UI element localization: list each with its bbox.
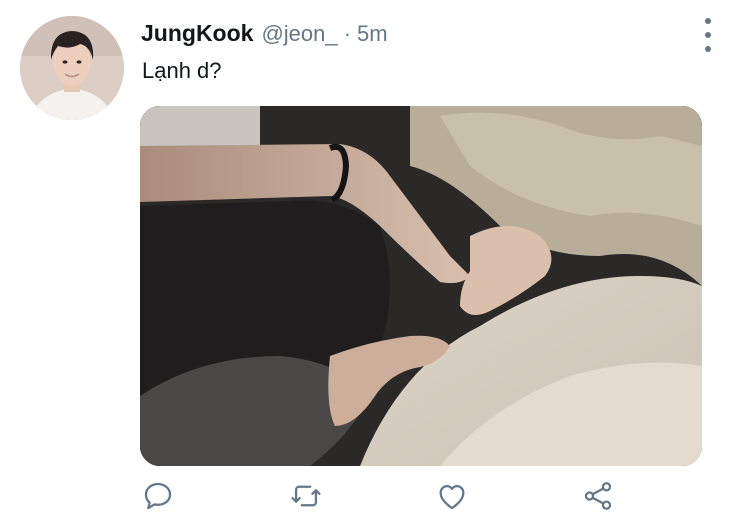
user-handle[interactable]: @jeon_	[261, 21, 337, 47]
separator-dot: ·	[343, 21, 351, 46]
display-name[interactable]: JungKook	[141, 20, 253, 47]
action-bar	[0, 478, 750, 518]
tweet-header: JungKook @jeon_ · 5m	[141, 20, 388, 50]
share-icon[interactable]	[580, 478, 616, 514]
timestamp[interactable]: 5m	[357, 21, 388, 47]
retweet-icon[interactable]	[288, 478, 324, 514]
tweet-text: Lạnh d?	[142, 58, 222, 83]
avatar[interactable]	[20, 16, 124, 120]
heart-icon[interactable]	[434, 478, 470, 514]
more-vertical-icon[interactable]	[698, 18, 718, 52]
reply-icon[interactable]	[140, 478, 176, 514]
tweet[interactable]: JungKook @jeon_ · 5m Lạnh d?	[0, 0, 750, 525]
tweet-photo[interactable]	[140, 106, 702, 466]
